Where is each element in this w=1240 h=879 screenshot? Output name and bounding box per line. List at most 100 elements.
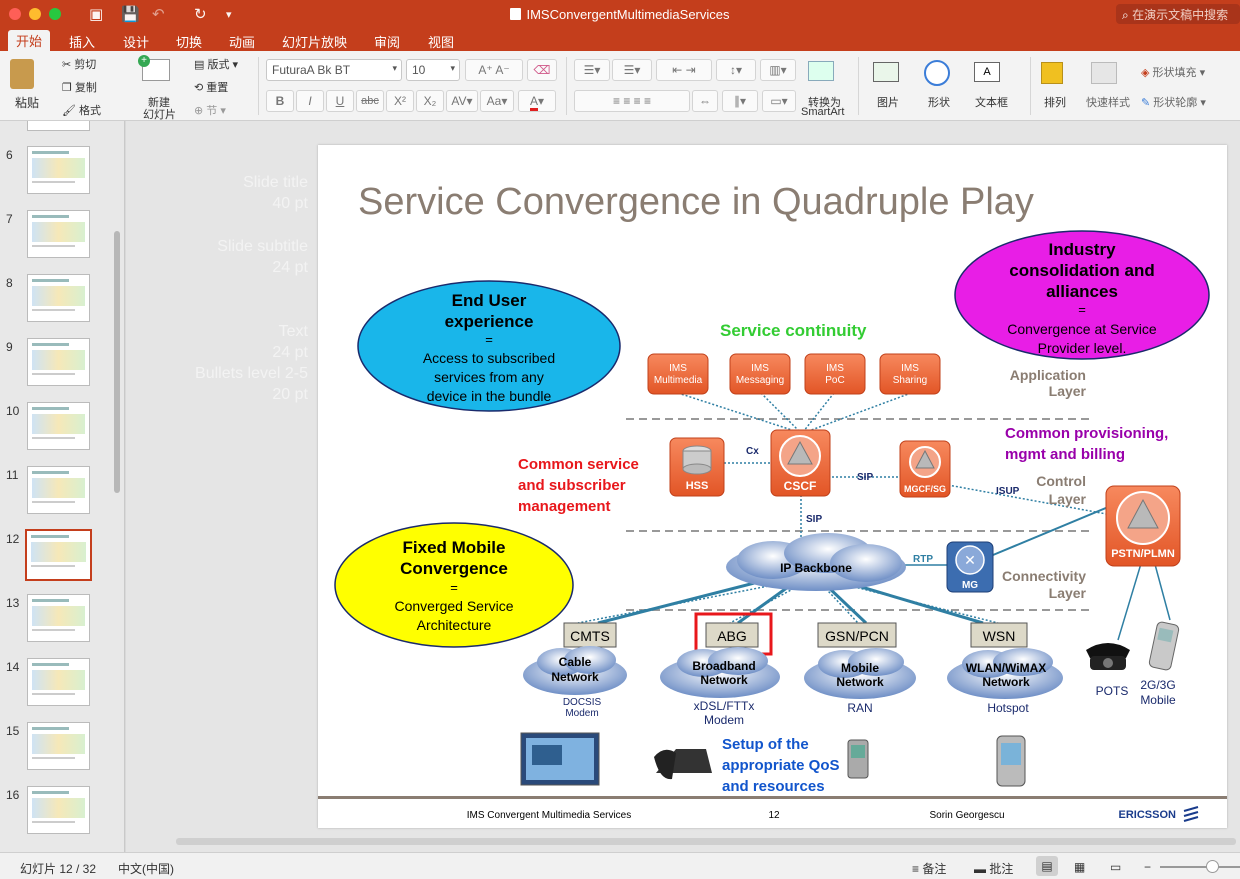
cable-network-cloud[interactable]: Cable Network DOCSIS Modem (523, 646, 627, 719)
reading-view-button[interactable]: ▭ (1110, 860, 1121, 874)
thumbnail-scrollbar[interactable] (114, 231, 120, 493)
ims-multimedia-box[interactable]: IMS Multimedia (647, 353, 709, 395)
textbox-icon: A (974, 62, 1000, 82)
isup-interface-label: ISUP (996, 486, 1020, 497)
tab-home[interactable]: 开始 (8, 30, 51, 51)
text-direction-button[interactable]: ∥▾ (722, 90, 758, 112)
ims-poc-box[interactable]: IMS PoC (804, 353, 866, 395)
slide-canvas[interactable]: Service Convergence in Quadruple Play En… (318, 145, 1227, 828)
gsn-pcn-box[interactable]: GSN/PCN (817, 622, 897, 648)
ims-messaging-box[interactable]: IMS Messaging (729, 353, 791, 395)
smartphone-icon (847, 739, 869, 779)
cscf-node[interactable]: CSCF (770, 429, 831, 497)
superscript-button[interactable]: X² (386, 90, 414, 112)
change-case-button[interactable]: Aa▾ (480, 90, 514, 112)
tab-slideshow[interactable]: 幻灯片放映 (274, 31, 355, 52)
mgcf-sg-node[interactable]: MGCF/SG (899, 440, 951, 498)
notes-button[interactable]: ≡ 备注 (912, 860, 946, 877)
align-buttons[interactable]: ≡ ≡ ≡ ≡ (574, 90, 690, 112)
comments-button[interactable]: ▬ 批注 (974, 860, 1013, 877)
columns-button[interactable]: ▥▾ (760, 59, 796, 81)
zoom-slider-thumb[interactable] (1206, 860, 1219, 873)
mg-node[interactable]: ✕ MG (946, 541, 994, 593)
slide-thumbnail-number: 14 (6, 660, 20, 674)
status-bar: 幻灯片 12 / 32 中文(中国) ≡ 备注 ▬ 批注 ▤ ▦ ▭ − (0, 852, 1240, 879)
tab-review[interactable]: 审阅 (366, 31, 408, 52)
slide-thumbnail[interactable] (27, 402, 90, 450)
qos-setup-label: Setup of the appropriate QoS and resourc… (722, 736, 840, 795)
wsn-box[interactable]: WSN (970, 622, 1028, 648)
tab-animations[interactable]: 动画 (221, 31, 263, 52)
application-layer-label: Application Layer (1010, 367, 1087, 399)
placeholder-hint-title: Slide title 40 pt (243, 174, 308, 212)
shape-outline-button[interactable]: ✎ 形状轮廓 ▾ (1141, 94, 1206, 110)
numbering-button[interactable]: ☰▾ (612, 59, 652, 81)
shape-fill-button[interactable]: ◈ 形状填充 ▾ (1141, 64, 1205, 80)
tab-design[interactable]: 设计 (115, 31, 157, 52)
slide-thumbnail[interactable] (27, 594, 90, 642)
ims-sharing-box[interactable]: IMS Sharing (879, 353, 941, 395)
broadband-network-cloud[interactable]: Broadband Network xDSL/FTTx Modem (660, 647, 780, 727)
wlan-wimax-network-cloud[interactable]: WLAN/WiMAX Network Hotspot (947, 648, 1063, 715)
char-spacing-button[interactable]: AV▾ (446, 90, 478, 112)
language-indicator[interactable]: 中文(中国) (118, 860, 174, 877)
clear-format-button[interactable]: ⌫ (527, 59, 557, 81)
italic-button[interactable]: I (296, 90, 324, 112)
slide-thumbnail[interactable] (27, 466, 90, 514)
section-button[interactable]: ⊕ 节 ▾ (194, 102, 226, 118)
reset-button[interactable]: ⟲ 重置 (194, 79, 228, 95)
svg-text:CMTS: CMTS (570, 628, 610, 644)
indent-buttons[interactable]: ⇤ ⇥ (656, 59, 712, 81)
zoom-out-button[interactable]: − (1144, 860, 1151, 874)
line-spacing-button[interactable]: ↕▾ (716, 59, 756, 81)
zoom-slider[interactable] (1160, 866, 1240, 868)
brush-icon: 🖌 (62, 105, 76, 117)
font-color-button[interactable]: A▾ (518, 90, 556, 112)
industry-consolidation-bubble[interactable]: Industry consolidation and alliances = C… (954, 230, 1210, 360)
tab-insert[interactable]: 插入 (61, 31, 103, 52)
hss-node[interactable]: HSS (669, 437, 725, 497)
cut-button[interactable]: ✂ 剪切 (62, 56, 96, 72)
slide-thumbnail[interactable] (27, 146, 90, 194)
copy-button[interactable]: ❐ 复制 (62, 79, 97, 95)
bullets-icon: ☰ (583, 63, 595, 77)
slide-title[interactable]: Service Convergence in Quadruple Play (358, 181, 1034, 223)
bullets-button[interactable]: ☰▾ (574, 59, 610, 81)
layout-button[interactable]: ▤ 版式 ▾ (194, 56, 238, 72)
end-user-experience-bubble[interactable]: End User experience = Access to subscrib… (357, 280, 621, 412)
slide-thumbnail[interactable] (27, 338, 90, 386)
underline-button[interactable]: U (326, 90, 354, 112)
slide-thumbnail[interactable] (27, 722, 90, 770)
slide-thumbnail[interactable] (27, 658, 90, 706)
pstn-plmn-node[interactable]: PSTN/PLMN (1105, 485, 1181, 567)
bold-button[interactable]: B (266, 90, 294, 112)
search-input[interactable]: ⌕ 在演示文稿中搜索 (1116, 4, 1240, 24)
slide-thumbnail[interactable] (27, 274, 90, 322)
tab-transitions[interactable]: 切换 (168, 31, 210, 52)
font-size-adjust-buttons[interactable]: A⁺ A⁻ (465, 59, 523, 81)
align-text-button[interactable]: ▭▾ (762, 90, 796, 112)
fixed-mobile-convergence-bubble[interactable]: Fixed Mobile Convergence = Converged Ser… (334, 522, 574, 648)
sip-interface-label: SIP (806, 514, 822, 525)
svg-text:Network: Network (982, 675, 1030, 689)
cmts-box[interactable]: CMTS (563, 622, 617, 648)
tab-view[interactable]: 视图 (420, 31, 462, 52)
slide-thumbnail[interactable] (27, 786, 90, 834)
slide-thumbnail[interactable] (27, 210, 90, 258)
font-size-select[interactable]: 10 ▾ (406, 59, 460, 81)
normal-view-button[interactable]: ▤ (1036, 856, 1058, 876)
ip-backbone-cloud[interactable]: IP Backbone (726, 533, 906, 591)
svg-text:Setup of the: Setup of the (722, 736, 809, 753)
font-name-select[interactable]: FuturaA Bk BT ▾ (266, 59, 402, 81)
strikethrough-button[interactable]: abc (356, 90, 384, 112)
svg-text:IMS: IMS (826, 363, 844, 374)
slide-thumbnail[interactable] (25, 529, 92, 581)
mobile-network-cloud[interactable]: Mobile Network RAN (804, 648, 916, 715)
slide-thumbnail[interactable] (27, 121, 90, 131)
subscript-button[interactable]: X₂ (416, 90, 444, 112)
distribute-button[interactable]: ⇔ (692, 90, 718, 112)
slide-sorter-button[interactable]: ▦ (1074, 860, 1085, 874)
format-painter-button[interactable]: 🖌 格式 (62, 102, 101, 118)
svg-text:Control: Control (1036, 473, 1086, 489)
horizontal-scrollbar[interactable] (176, 838, 1236, 845)
